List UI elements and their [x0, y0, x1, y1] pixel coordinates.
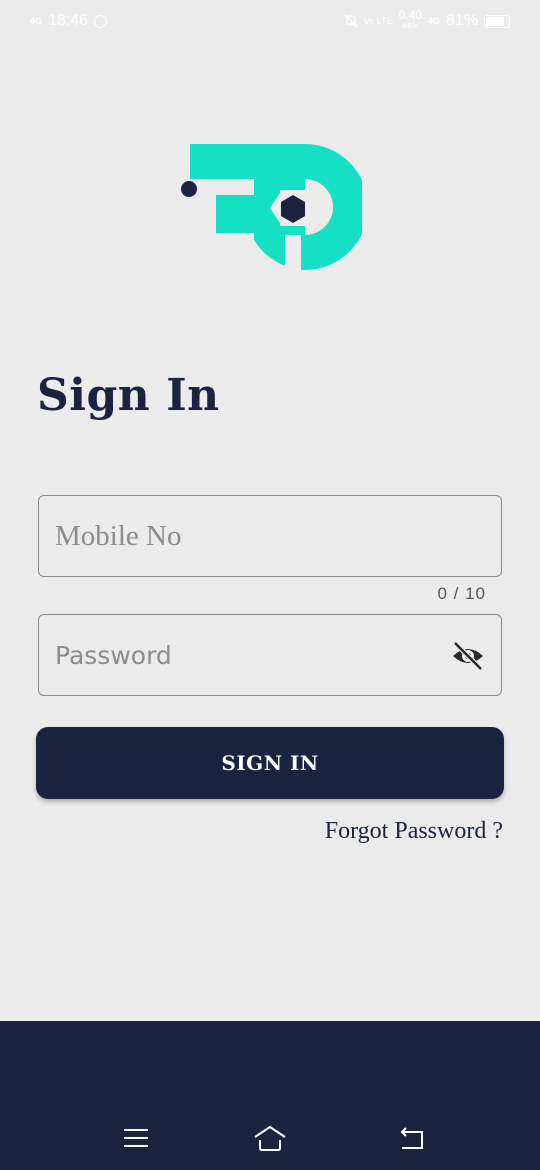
whatsapp-icon	[94, 14, 108, 28]
back-icon[interactable]	[396, 1122, 428, 1154]
battery-percent: 81%	[445, 12, 478, 29]
mobile-char-counter: 0 / 10	[437, 584, 486, 603]
password-input[interactable]	[55, 640, 485, 670]
volte-icon: Vo LTE	[363, 15, 393, 26]
forgot-password-link[interactable]: Forgot Password ?	[325, 818, 503, 845]
sign-in-button[interactable]: SIGN IN	[36, 727, 504, 799]
menu-icon[interactable]	[120, 1122, 152, 1154]
mute-icon	[344, 14, 358, 28]
status-right: Vo LTE 0.40 KB/s 4G 81%	[344, 9, 510, 33]
status-time: 18:46	[48, 12, 89, 29]
mobile-input[interactable]	[55, 519, 485, 553]
home-icon[interactable]	[252, 1122, 288, 1154]
eye-off-icon[interactable]	[451, 641, 485, 671]
mobile-field[interactable]	[38, 495, 502, 577]
page-title: Sign In	[37, 370, 220, 421]
password-field[interactable]	[38, 614, 502, 696]
signal-icon: 4G	[30, 15, 43, 26]
status-left: 4G 18:46	[30, 12, 108, 30]
battery-level	[486, 16, 504, 26]
speed-value: 0.40	[398, 8, 422, 22]
status-bar: 4G 18:46 Vo LTE 0.40 KB/s 4G 81%	[0, 0, 540, 42]
app-logo	[181, 144, 362, 274]
speed-unit: KB/s	[402, 23, 418, 30]
signal-4g-icon: 4G	[427, 15, 440, 26]
battery-icon	[484, 14, 510, 28]
network-speed: 0.40 KB/s	[399, 9, 422, 33]
